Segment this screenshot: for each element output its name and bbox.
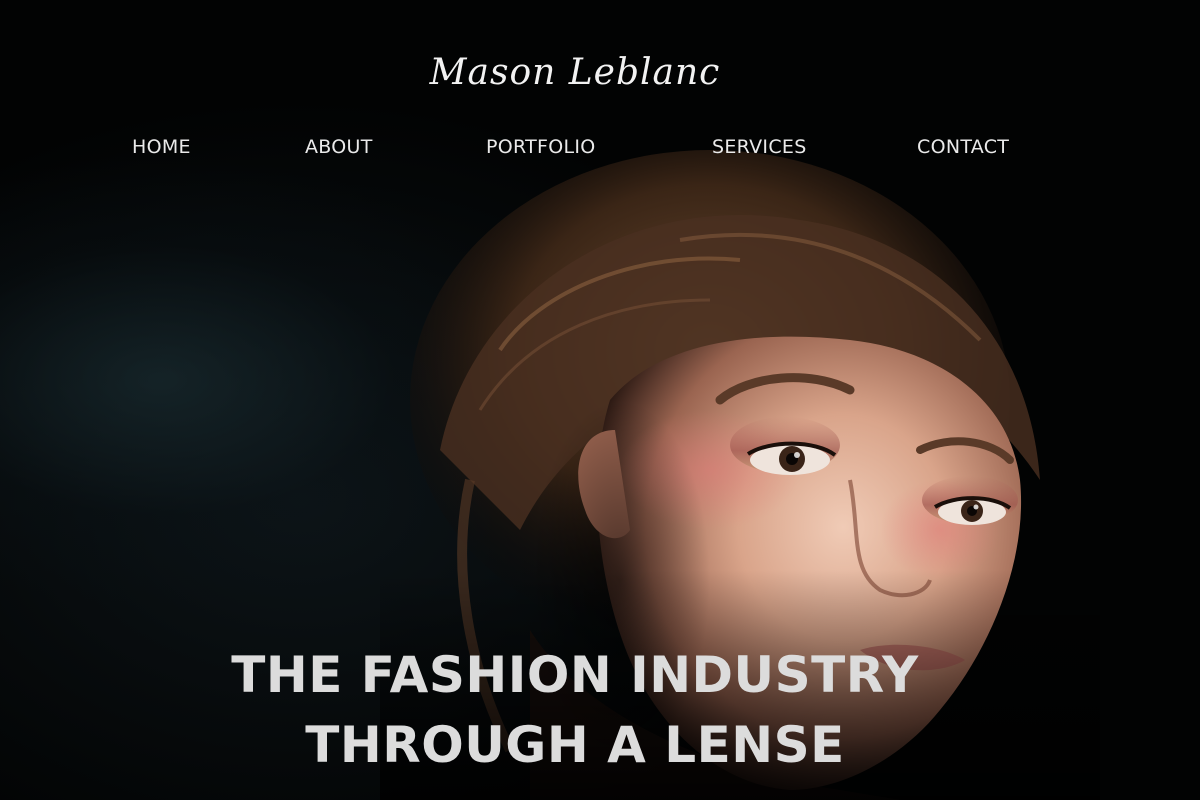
hero-headline-line-1: THE FASHION INDUSTRY bbox=[231, 646, 919, 704]
brand-logo[interactable]: Mason Leblanc bbox=[0, 52, 1150, 93]
nav-about-link[interactable]: ABOUT bbox=[305, 136, 373, 158]
hero-headline: THE FASHION INDUSTRY THROUGH A LENSE bbox=[0, 640, 1150, 780]
hero-headline-line-2: THROUGH A LENSE bbox=[305, 716, 845, 774]
landing-page: Mason Leblanc HOME ABOUT PORTFOLIO SERVI… bbox=[0, 0, 1200, 800]
nav-contact-link[interactable]: CONTACT bbox=[917, 136, 1009, 158]
nav-portfolio-link[interactable]: PORTFOLIO bbox=[486, 136, 596, 158]
nav-services-link[interactable]: SERVICES bbox=[712, 136, 807, 158]
site-header: Mason Leblanc HOME ABOUT PORTFOLIO SERVI… bbox=[0, 0, 1200, 190]
main-nav: HOME ABOUT PORTFOLIO SERVICES CONTACT bbox=[0, 136, 1200, 166]
nav-home-link[interactable]: HOME bbox=[132, 136, 191, 158]
